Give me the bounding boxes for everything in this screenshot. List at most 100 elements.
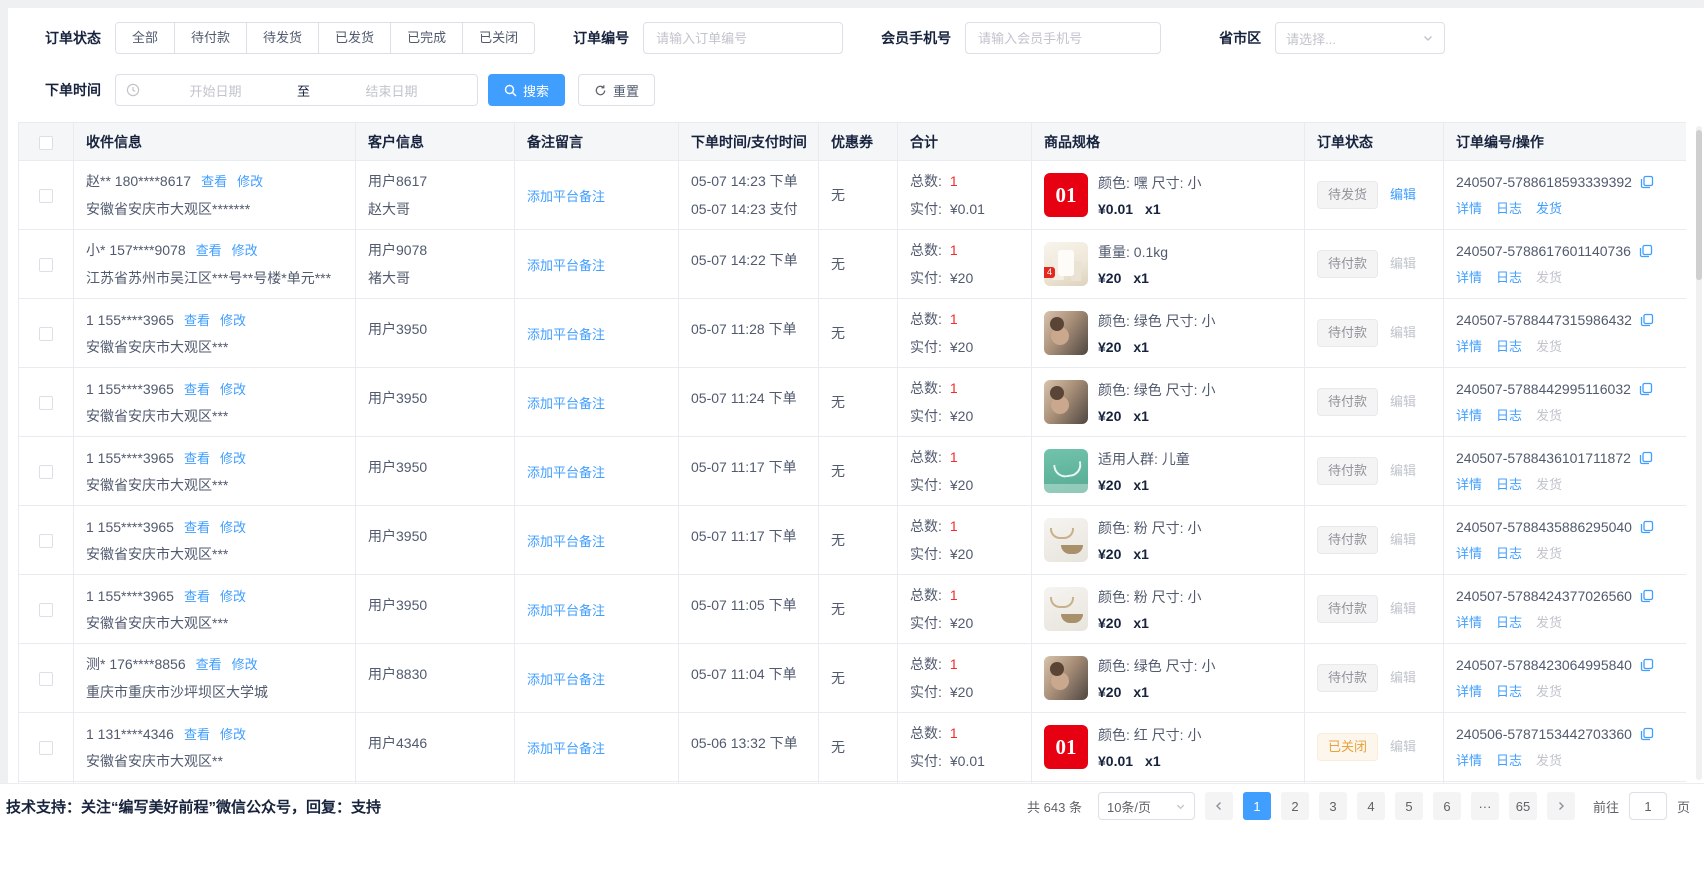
detail-link[interactable]: 详情 xyxy=(1456,267,1482,286)
status-tab-closed[interactable]: 已关闭 xyxy=(462,23,534,53)
product-thumbnail[interactable] xyxy=(1044,518,1088,562)
page-button-3[interactable]: 3 xyxy=(1319,792,1347,820)
detail-link[interactable]: 详情 xyxy=(1456,474,1482,493)
log-link[interactable]: 日志 xyxy=(1496,405,1522,424)
add-platform-note-link[interactable]: 添加平台备注 xyxy=(527,396,605,411)
copy-icon[interactable] xyxy=(1640,175,1654,189)
status-tab-all[interactable]: 全部 xyxy=(116,23,174,53)
add-platform-note-link[interactable]: 添加平台备注 xyxy=(527,327,605,342)
modify-link[interactable]: 修改 xyxy=(220,313,246,328)
ship-link[interactable]: 发货 xyxy=(1536,474,1562,493)
edit-link[interactable]: 编辑 xyxy=(1390,325,1416,340)
page-button-6[interactable]: 6 xyxy=(1433,792,1461,820)
row-checkbox[interactable] xyxy=(39,327,53,341)
add-platform-note-link[interactable]: 添加平台备注 xyxy=(527,258,605,273)
goto-page-input[interactable] xyxy=(1629,792,1667,820)
order-time-range-picker[interactable]: 开始日期 至 结束日期 xyxy=(115,74,478,106)
view-link[interactable]: 查看 xyxy=(184,727,210,742)
modify-link[interactable]: 修改 xyxy=(220,520,246,535)
search-button[interactable]: 搜索 xyxy=(488,74,565,106)
next-page-button[interactable] xyxy=(1547,792,1575,820)
ship-link[interactable]: 发货 xyxy=(1536,750,1562,769)
page-size-select[interactable]: 10条/页 xyxy=(1098,792,1195,820)
ship-link[interactable]: 发货 xyxy=(1536,681,1562,700)
row-checkbox[interactable] xyxy=(39,534,53,548)
modify-link[interactable]: 修改 xyxy=(220,589,246,604)
view-link[interactable]: 查看 xyxy=(184,313,210,328)
view-link[interactable]: 查看 xyxy=(184,451,210,466)
row-checkbox[interactable] xyxy=(39,741,53,755)
view-link[interactable]: 查看 xyxy=(184,589,210,604)
row-checkbox[interactable] xyxy=(39,672,53,686)
region-select[interactable]: 请选择... xyxy=(1275,22,1445,54)
status-tab-completed[interactable]: 已完成 xyxy=(390,23,462,53)
view-link[interactable]: 查看 xyxy=(201,174,227,189)
add-platform-note-link[interactable]: 添加平台备注 xyxy=(527,465,605,480)
log-link[interactable]: 日志 xyxy=(1496,267,1522,286)
ship-link[interactable]: 发货 xyxy=(1536,543,1562,562)
detail-link[interactable]: 详情 xyxy=(1456,198,1482,217)
modify-link[interactable]: 修改 xyxy=(232,657,258,672)
ship-link[interactable]: 发货 xyxy=(1536,612,1562,631)
more-pages-button[interactable]: ··· xyxy=(1471,792,1499,820)
end-date-placeholder[interactable]: 结束日期 xyxy=(316,81,467,100)
view-link[interactable]: 查看 xyxy=(196,243,222,258)
ship-link[interactable]: 发货 xyxy=(1536,405,1562,424)
page-button-5[interactable]: 5 xyxy=(1395,792,1423,820)
view-link[interactable]: 查看 xyxy=(184,382,210,397)
ship-link[interactable]: 发货 xyxy=(1536,267,1562,286)
modify-link[interactable]: 修改 xyxy=(220,727,246,742)
vertical-scrollbar-thumb[interactable] xyxy=(1696,130,1702,280)
product-thumbnail[interactable] xyxy=(1044,656,1088,700)
ship-link[interactable]: 发货 xyxy=(1536,336,1562,355)
row-checkbox[interactable] xyxy=(39,258,53,272)
edit-link[interactable]: 编辑 xyxy=(1390,739,1416,754)
edit-link[interactable]: 编辑 xyxy=(1390,532,1416,547)
edit-link[interactable]: 编辑 xyxy=(1390,601,1416,616)
log-link[interactable]: 日志 xyxy=(1496,336,1522,355)
product-thumbnail[interactable] xyxy=(1044,380,1088,424)
status-tab-shipped[interactable]: 已发货 xyxy=(318,23,390,53)
copy-icon[interactable] xyxy=(1640,727,1654,741)
page-button-2[interactable]: 2 xyxy=(1281,792,1309,820)
detail-link[interactable]: 详情 xyxy=(1456,336,1482,355)
detail-link[interactable]: 详情 xyxy=(1456,612,1482,631)
order-no-input[interactable] xyxy=(643,22,843,54)
copy-icon[interactable] xyxy=(1640,313,1654,327)
row-checkbox[interactable] xyxy=(39,603,53,617)
view-link[interactable]: 查看 xyxy=(196,657,222,672)
log-link[interactable]: 日志 xyxy=(1496,612,1522,631)
reset-button[interactable]: 重置 xyxy=(578,74,655,106)
row-checkbox[interactable] xyxy=(39,465,53,479)
page-button-65[interactable]: 65 xyxy=(1509,792,1537,820)
edit-link[interactable]: 编辑 xyxy=(1390,187,1416,202)
add-platform-note-link[interactable]: 添加平台备注 xyxy=(527,672,605,687)
detail-link[interactable]: 详情 xyxy=(1456,543,1482,562)
copy-icon[interactable] xyxy=(1639,244,1653,258)
copy-icon[interactable] xyxy=(1639,451,1653,465)
modify-link[interactable]: 修改 xyxy=(232,243,258,258)
log-link[interactable]: 日志 xyxy=(1496,543,1522,562)
product-thumbnail[interactable] xyxy=(1044,725,1088,769)
detail-link[interactable]: 详情 xyxy=(1456,750,1482,769)
edit-link[interactable]: 编辑 xyxy=(1390,463,1416,478)
copy-icon[interactable] xyxy=(1640,520,1654,534)
view-link[interactable]: 查看 xyxy=(184,520,210,535)
page-button-1[interactable]: 1 xyxy=(1243,792,1271,820)
status-tab-pending-payment[interactable]: 待付款 xyxy=(174,23,246,53)
product-thumbnail[interactable] xyxy=(1044,173,1088,217)
member-phone-input[interactable] xyxy=(965,22,1161,54)
row-checkbox[interactable] xyxy=(39,189,53,203)
add-platform-note-link[interactable]: 添加平台备注 xyxy=(527,741,605,756)
product-thumbnail[interactable] xyxy=(1044,587,1088,631)
detail-link[interactable]: 详情 xyxy=(1456,681,1482,700)
add-platform-note-link[interactable]: 添加平台备注 xyxy=(527,189,605,204)
start-date-placeholder[interactable]: 开始日期 xyxy=(140,81,291,100)
page-button-4[interactable]: 4 xyxy=(1357,792,1385,820)
log-link[interactable]: 日志 xyxy=(1496,681,1522,700)
log-link[interactable]: 日志 xyxy=(1496,198,1522,217)
product-thumbnail[interactable] xyxy=(1044,242,1088,286)
edit-link[interactable]: 编辑 xyxy=(1390,670,1416,685)
select-all-checkbox[interactable] xyxy=(39,136,53,150)
log-link[interactable]: 日志 xyxy=(1496,750,1522,769)
